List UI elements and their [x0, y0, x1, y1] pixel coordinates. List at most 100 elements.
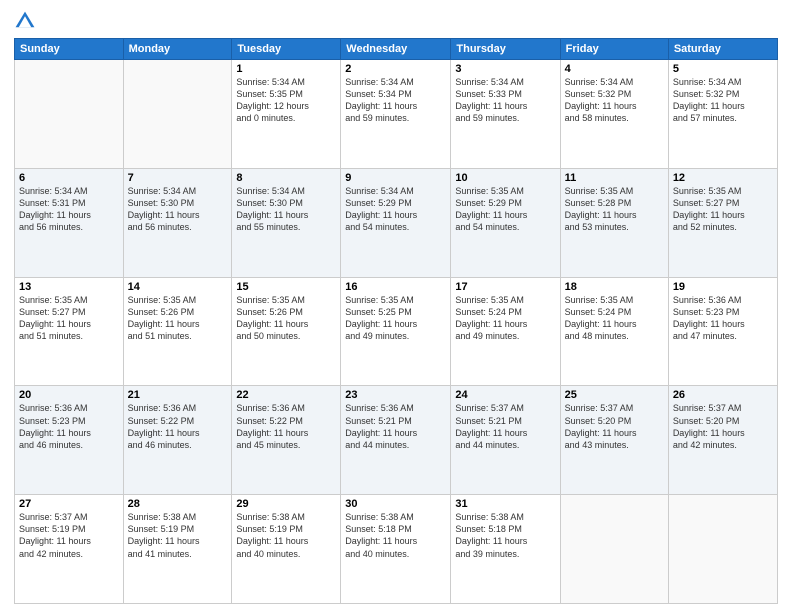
day-number: 29	[236, 498, 336, 510]
day-number: 15	[236, 281, 336, 293]
day-info: Sunrise: 5:34 AM Sunset: 5:29 PM Dayligh…	[345, 185, 446, 234]
table-cell	[560, 495, 668, 604]
table-cell: 31Sunrise: 5:38 AM Sunset: 5:18 PM Dayli…	[451, 495, 560, 604]
day-number: 12	[673, 172, 773, 184]
col-tuesday: Tuesday	[232, 39, 341, 60]
day-number: 13	[19, 281, 119, 293]
day-number: 4	[565, 63, 664, 75]
day-number: 16	[345, 281, 446, 293]
day-info: Sunrise: 5:35 AM Sunset: 5:27 PM Dayligh…	[19, 294, 119, 343]
day-number: 1	[236, 63, 336, 75]
logo-icon	[14, 10, 36, 32]
table-cell	[123, 60, 232, 169]
table-cell: 10Sunrise: 5:35 AM Sunset: 5:29 PM Dayli…	[451, 168, 560, 277]
header	[14, 10, 778, 32]
day-info: Sunrise: 5:38 AM Sunset: 5:18 PM Dayligh…	[455, 511, 555, 560]
day-number: 26	[673, 389, 773, 401]
day-number: 10	[455, 172, 555, 184]
day-info: Sunrise: 5:37 AM Sunset: 5:20 PM Dayligh…	[673, 402, 773, 451]
day-number: 23	[345, 389, 446, 401]
day-info: Sunrise: 5:34 AM Sunset: 5:30 PM Dayligh…	[236, 185, 336, 234]
day-number: 3	[455, 63, 555, 75]
calendar-row: 27Sunrise: 5:37 AM Sunset: 5:19 PM Dayli…	[15, 495, 778, 604]
table-cell: 16Sunrise: 5:35 AM Sunset: 5:25 PM Dayli…	[341, 277, 451, 386]
day-number: 14	[128, 281, 228, 293]
table-cell: 12Sunrise: 5:35 AM Sunset: 5:27 PM Dayli…	[668, 168, 777, 277]
day-info: Sunrise: 5:36 AM Sunset: 5:23 PM Dayligh…	[673, 294, 773, 343]
day-info: Sunrise: 5:35 AM Sunset: 5:24 PM Dayligh…	[565, 294, 664, 343]
day-info: Sunrise: 5:35 AM Sunset: 5:28 PM Dayligh…	[565, 185, 664, 234]
table-cell: 6Sunrise: 5:34 AM Sunset: 5:31 PM Daylig…	[15, 168, 124, 277]
table-cell: 23Sunrise: 5:36 AM Sunset: 5:21 PM Dayli…	[341, 386, 451, 495]
calendar-table: Sunday Monday Tuesday Wednesday Thursday…	[14, 38, 778, 604]
day-info: Sunrise: 5:35 AM Sunset: 5:24 PM Dayligh…	[455, 294, 555, 343]
table-cell: 26Sunrise: 5:37 AM Sunset: 5:20 PM Dayli…	[668, 386, 777, 495]
col-monday: Monday	[123, 39, 232, 60]
day-info: Sunrise: 5:38 AM Sunset: 5:18 PM Dayligh…	[345, 511, 446, 560]
day-info: Sunrise: 5:37 AM Sunset: 5:21 PM Dayligh…	[455, 402, 555, 451]
day-info: Sunrise: 5:36 AM Sunset: 5:23 PM Dayligh…	[19, 402, 119, 451]
day-info: Sunrise: 5:34 AM Sunset: 5:31 PM Dayligh…	[19, 185, 119, 234]
day-info: Sunrise: 5:34 AM Sunset: 5:32 PM Dayligh…	[673, 76, 773, 125]
day-info: Sunrise: 5:36 AM Sunset: 5:22 PM Dayligh…	[128, 402, 228, 451]
day-number: 17	[455, 281, 555, 293]
day-info: Sunrise: 5:35 AM Sunset: 5:25 PM Dayligh…	[345, 294, 446, 343]
day-number: 20	[19, 389, 119, 401]
day-number: 27	[19, 498, 119, 510]
table-cell: 3Sunrise: 5:34 AM Sunset: 5:33 PM Daylig…	[451, 60, 560, 169]
calendar-row: 1Sunrise: 5:34 AM Sunset: 5:35 PM Daylig…	[15, 60, 778, 169]
calendar-row: 13Sunrise: 5:35 AM Sunset: 5:27 PM Dayli…	[15, 277, 778, 386]
day-number: 9	[345, 172, 446, 184]
day-number: 21	[128, 389, 228, 401]
day-info: Sunrise: 5:35 AM Sunset: 5:26 PM Dayligh…	[128, 294, 228, 343]
day-number: 6	[19, 172, 119, 184]
table-cell	[668, 495, 777, 604]
col-wednesday: Wednesday	[341, 39, 451, 60]
table-cell: 11Sunrise: 5:35 AM Sunset: 5:28 PM Dayli…	[560, 168, 668, 277]
day-info: Sunrise: 5:34 AM Sunset: 5:32 PM Dayligh…	[565, 76, 664, 125]
day-info: Sunrise: 5:34 AM Sunset: 5:33 PM Dayligh…	[455, 76, 555, 125]
table-cell: 13Sunrise: 5:35 AM Sunset: 5:27 PM Dayli…	[15, 277, 124, 386]
table-cell: 25Sunrise: 5:37 AM Sunset: 5:20 PM Dayli…	[560, 386, 668, 495]
table-cell	[15, 60, 124, 169]
day-info: Sunrise: 5:36 AM Sunset: 5:21 PM Dayligh…	[345, 402, 446, 451]
table-cell: 8Sunrise: 5:34 AM Sunset: 5:30 PM Daylig…	[232, 168, 341, 277]
col-sunday: Sunday	[15, 39, 124, 60]
table-cell: 28Sunrise: 5:38 AM Sunset: 5:19 PM Dayli…	[123, 495, 232, 604]
day-info: Sunrise: 5:34 AM Sunset: 5:35 PM Dayligh…	[236, 76, 336, 125]
day-number: 22	[236, 389, 336, 401]
day-info: Sunrise: 5:38 AM Sunset: 5:19 PM Dayligh…	[128, 511, 228, 560]
day-info: Sunrise: 5:38 AM Sunset: 5:19 PM Dayligh…	[236, 511, 336, 560]
day-number: 25	[565, 389, 664, 401]
table-cell: 7Sunrise: 5:34 AM Sunset: 5:30 PM Daylig…	[123, 168, 232, 277]
day-info: Sunrise: 5:37 AM Sunset: 5:19 PM Dayligh…	[19, 511, 119, 560]
table-cell: 22Sunrise: 5:36 AM Sunset: 5:22 PM Dayli…	[232, 386, 341, 495]
table-cell: 18Sunrise: 5:35 AM Sunset: 5:24 PM Dayli…	[560, 277, 668, 386]
day-number: 28	[128, 498, 228, 510]
day-info: Sunrise: 5:36 AM Sunset: 5:22 PM Dayligh…	[236, 402, 336, 451]
table-cell: 9Sunrise: 5:34 AM Sunset: 5:29 PM Daylig…	[341, 168, 451, 277]
col-saturday: Saturday	[668, 39, 777, 60]
table-cell: 29Sunrise: 5:38 AM Sunset: 5:19 PM Dayli…	[232, 495, 341, 604]
calendar-row: 20Sunrise: 5:36 AM Sunset: 5:23 PM Dayli…	[15, 386, 778, 495]
day-info: Sunrise: 5:34 AM Sunset: 5:30 PM Dayligh…	[128, 185, 228, 234]
day-info: Sunrise: 5:35 AM Sunset: 5:27 PM Dayligh…	[673, 185, 773, 234]
day-number: 30	[345, 498, 446, 510]
day-number: 2	[345, 63, 446, 75]
day-info: Sunrise: 5:35 AM Sunset: 5:26 PM Dayligh…	[236, 294, 336, 343]
logo	[14, 10, 40, 32]
table-cell: 5Sunrise: 5:34 AM Sunset: 5:32 PM Daylig…	[668, 60, 777, 169]
col-thursday: Thursday	[451, 39, 560, 60]
day-number: 31	[455, 498, 555, 510]
table-cell: 1Sunrise: 5:34 AM Sunset: 5:35 PM Daylig…	[232, 60, 341, 169]
table-cell: 4Sunrise: 5:34 AM Sunset: 5:32 PM Daylig…	[560, 60, 668, 169]
table-cell: 19Sunrise: 5:36 AM Sunset: 5:23 PM Dayli…	[668, 277, 777, 386]
day-number: 8	[236, 172, 336, 184]
day-info: Sunrise: 5:35 AM Sunset: 5:29 PM Dayligh…	[455, 185, 555, 234]
table-cell: 27Sunrise: 5:37 AM Sunset: 5:19 PM Dayli…	[15, 495, 124, 604]
day-number: 18	[565, 281, 664, 293]
day-number: 5	[673, 63, 773, 75]
calendar-page: Sunday Monday Tuesday Wednesday Thursday…	[0, 0, 792, 612]
table-cell: 14Sunrise: 5:35 AM Sunset: 5:26 PM Dayli…	[123, 277, 232, 386]
col-friday: Friday	[560, 39, 668, 60]
